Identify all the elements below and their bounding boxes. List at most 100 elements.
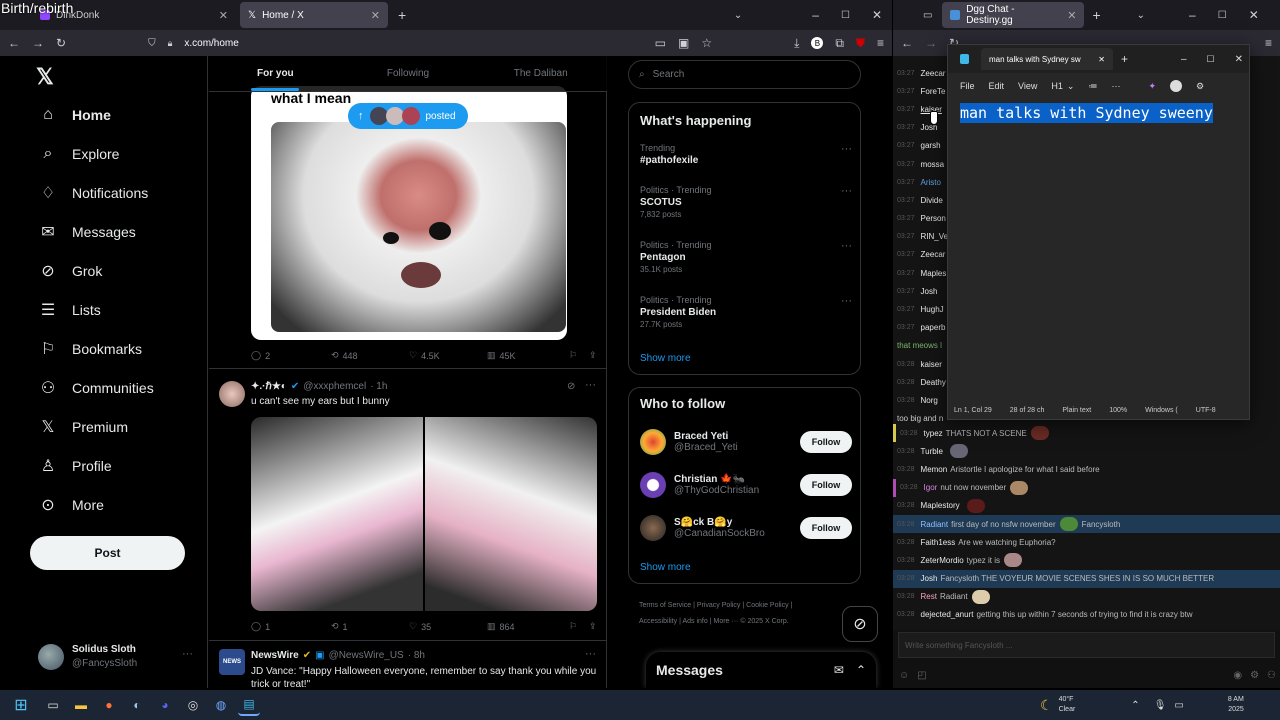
like-button[interactable]: ♡ 35	[409, 621, 487, 632]
chat-user[interactable]: Igor	[924, 483, 938, 492]
more-options-icon[interactable]: ···	[841, 143, 852, 155]
sidebar-item-home[interactable]: ⌂ Home	[38, 95, 208, 134]
post-button[interactable]: Post	[30, 536, 185, 570]
sidebar-item-notifications[interactable]: ♢ Notifications	[38, 173, 208, 212]
chat-user[interactable]: Josh	[921, 287, 938, 296]
more-options-icon[interactable]: ···	[841, 295, 852, 307]
repost-button[interactable]: ⟲ 1	[331, 621, 409, 632]
chat-user[interactable]: Aristo	[921, 178, 941, 187]
steam-icon[interactable]: ◐	[126, 694, 148, 716]
follow-suggestion[interactable]: Braced Yeti @Braced_Yeti Follow	[640, 420, 852, 463]
sidebar-item-profile[interactable]: ♙ Profile	[38, 446, 208, 485]
sidebar-item-grok[interactable]: ⊘ Grok	[38, 251, 208, 290]
grok-float-button[interactable]: ⊘	[842, 606, 878, 642]
chevron-down-icon[interactable]: ⌄	[1137, 10, 1145, 21]
chat-user[interactable]: Person	[921, 214, 946, 223]
chat-user[interactable]: dejected_anurt	[921, 610, 974, 619]
footer-link[interactable]: Ads info	[682, 618, 707, 625]
firefox-icon[interactable]: ●	[98, 694, 120, 716]
close-tab-icon[interactable]: ✕	[371, 9, 380, 22]
sidebar-item-premium[interactable]: 𝕏 Premium	[38, 407, 208, 446]
chat-user[interactable]: Josh	[921, 574, 938, 583]
x-logo-icon[interactable]: 𝕏	[36, 64, 54, 90]
notepad-tab[interactable]: man talks with Sydney sw ✕	[981, 48, 1113, 70]
share-button[interactable]: ⇪	[589, 350, 597, 361]
search-input[interactable]: Search	[653, 69, 685, 80]
messages-drawer[interactable]: Messages ✉ ⌃	[646, 652, 876, 688]
chat-user[interactable]: Faith1ess	[921, 538, 956, 547]
chat-user[interactable]: Zeecar	[921, 69, 946, 78]
chat-user[interactable]: mossa	[921, 160, 945, 169]
post-handle[interactable]: @xxxphemcel	[303, 381, 366, 392]
chat-user[interactable]: kaiser	[921, 360, 942, 369]
chat-user[interactable]: Radiant	[921, 520, 949, 529]
post-author[interactable]: NewsWire	[251, 650, 299, 661]
chevron-up-icon[interactable]: ⌃	[856, 663, 866, 677]
discord-icon[interactable]: ◕	[154, 694, 176, 716]
close-window-icon[interactable]: ✕	[1249, 8, 1259, 22]
chat-user[interactable]: Deathy	[921, 378, 946, 387]
chat-user[interactable]: RIN_Ve	[921, 232, 949, 241]
follow-suggestion[interactable]: S🤗ck B🤗y @CanadianSockBro Follow	[640, 506, 852, 549]
trend-item[interactable]: Politics · Trending SCOTUS 7,832 posts ·…	[640, 185, 852, 233]
chat-user[interactable]: ForeTe	[921, 87, 946, 96]
more-options-icon[interactable]: ···	[841, 240, 852, 252]
footer-link[interactable]: Cookie Policy	[746, 602, 788, 609]
back-icon[interactable]: ←	[8, 36, 20, 50]
show-more-link[interactable]: Show more	[640, 562, 691, 573]
address-bar[interactable]: x.com/home	[184, 38, 642, 49]
footer-link[interactable]: Privacy Policy	[697, 602, 741, 609]
more-options-icon[interactable]: ···	[182, 648, 193, 660]
chat-user[interactable]: typez	[924, 429, 943, 438]
more-options-icon[interactable]: ···	[585, 648, 596, 660]
more-options-icon[interactable]: ···	[1111, 81, 1120, 91]
chat-user[interactable]: paperb	[921, 323, 946, 332]
forward-icon[interactable]: →	[925, 36, 937, 50]
trend-item[interactable]: Trending #pathofexile ···	[640, 143, 852, 183]
chat-user[interactable]: HughJ	[921, 305, 944, 314]
chat-user[interactable]: Maplestory	[921, 501, 960, 510]
bookmark-button[interactable]: ⚐	[569, 621, 589, 632]
display-icon[interactable]: ▭	[1174, 700, 1183, 711]
menu-icon[interactable]: ≡	[877, 36, 884, 50]
post-handle[interactable]: @NewsWire_US	[329, 650, 404, 661]
sidebar-item-explore[interactable]: ⌕ Explore	[38, 134, 208, 173]
reply-button[interactable]: ◯ 2	[251, 350, 331, 361]
weather-widget[interactable]: ☾ 40°F Clear	[1040, 695, 1075, 715]
menu-file[interactable]: File	[960, 81, 975, 91]
share-button[interactable]: ⇪	[589, 621, 597, 632]
follow-button[interactable]: Follow	[800, 516, 852, 539]
tab-overview-icon[interactable]: ▭	[923, 10, 932, 21]
footer-link[interactable]: Terms of Service	[639, 602, 691, 609]
heading-select[interactable]: H1 ⌄	[1051, 81, 1074, 92]
chat-user[interactable]: Memon	[921, 465, 948, 474]
follow-button[interactable]: Follow	[800, 430, 852, 453]
tab-dgg-chat[interactable]: Dgg Chat - Destiny.gg ✕	[942, 2, 1085, 28]
sidebar-item-messages[interactable]: ✉ Messages	[38, 212, 208, 251]
footer-link[interactable]: Accessibility	[639, 618, 677, 625]
users-icon[interactable]: ⚇	[1267, 670, 1276, 684]
back-icon[interactable]: ←	[901, 36, 913, 50]
post-author[interactable]: ✦.·ℏ★◐	[251, 381, 287, 392]
maximize-icon[interactable]: ☐	[1207, 54, 1215, 65]
file-explorer-icon[interactable]: ▬	[70, 694, 92, 716]
encoding[interactable]: UTF-8	[1196, 407, 1216, 414]
like-button[interactable]: ♡ 4.5K	[409, 350, 487, 361]
repost-button[interactable]: ⟲ 448	[331, 350, 409, 361]
bullet-list-icon[interactable]: ≔	[1088, 81, 1097, 92]
extensions-icon[interactable]: ⧉	[835, 36, 844, 51]
task-view-icon[interactable]: ▭	[42, 694, 64, 716]
download-icon[interactable]: ⤓	[794, 36, 799, 51]
eye-icon[interactable]: ◉	[1233, 670, 1242, 684]
ublock-icon[interactable]: ⛊	[856, 36, 865, 51]
chat-user[interactable]: ZeterMordio	[921, 556, 964, 565]
compose-message-icon[interactable]: ✉	[834, 663, 844, 677]
close-window-icon[interactable]: ✕	[1235, 54, 1243, 65]
more-options-icon[interactable]: ···	[585, 379, 596, 391]
settings-icon[interactable]: ⚙	[1250, 670, 1259, 684]
chat-input[interactable]: Write something Fancysloth ...	[898, 632, 1275, 658]
chat-user[interactable]: Divide	[921, 196, 943, 205]
sidebar-item-more[interactable]: ⊙ More	[38, 485, 208, 524]
shield-icon[interactable]: ⛉	[148, 38, 156, 49]
emoji-icon[interactable]: ☺	[899, 670, 909, 684]
